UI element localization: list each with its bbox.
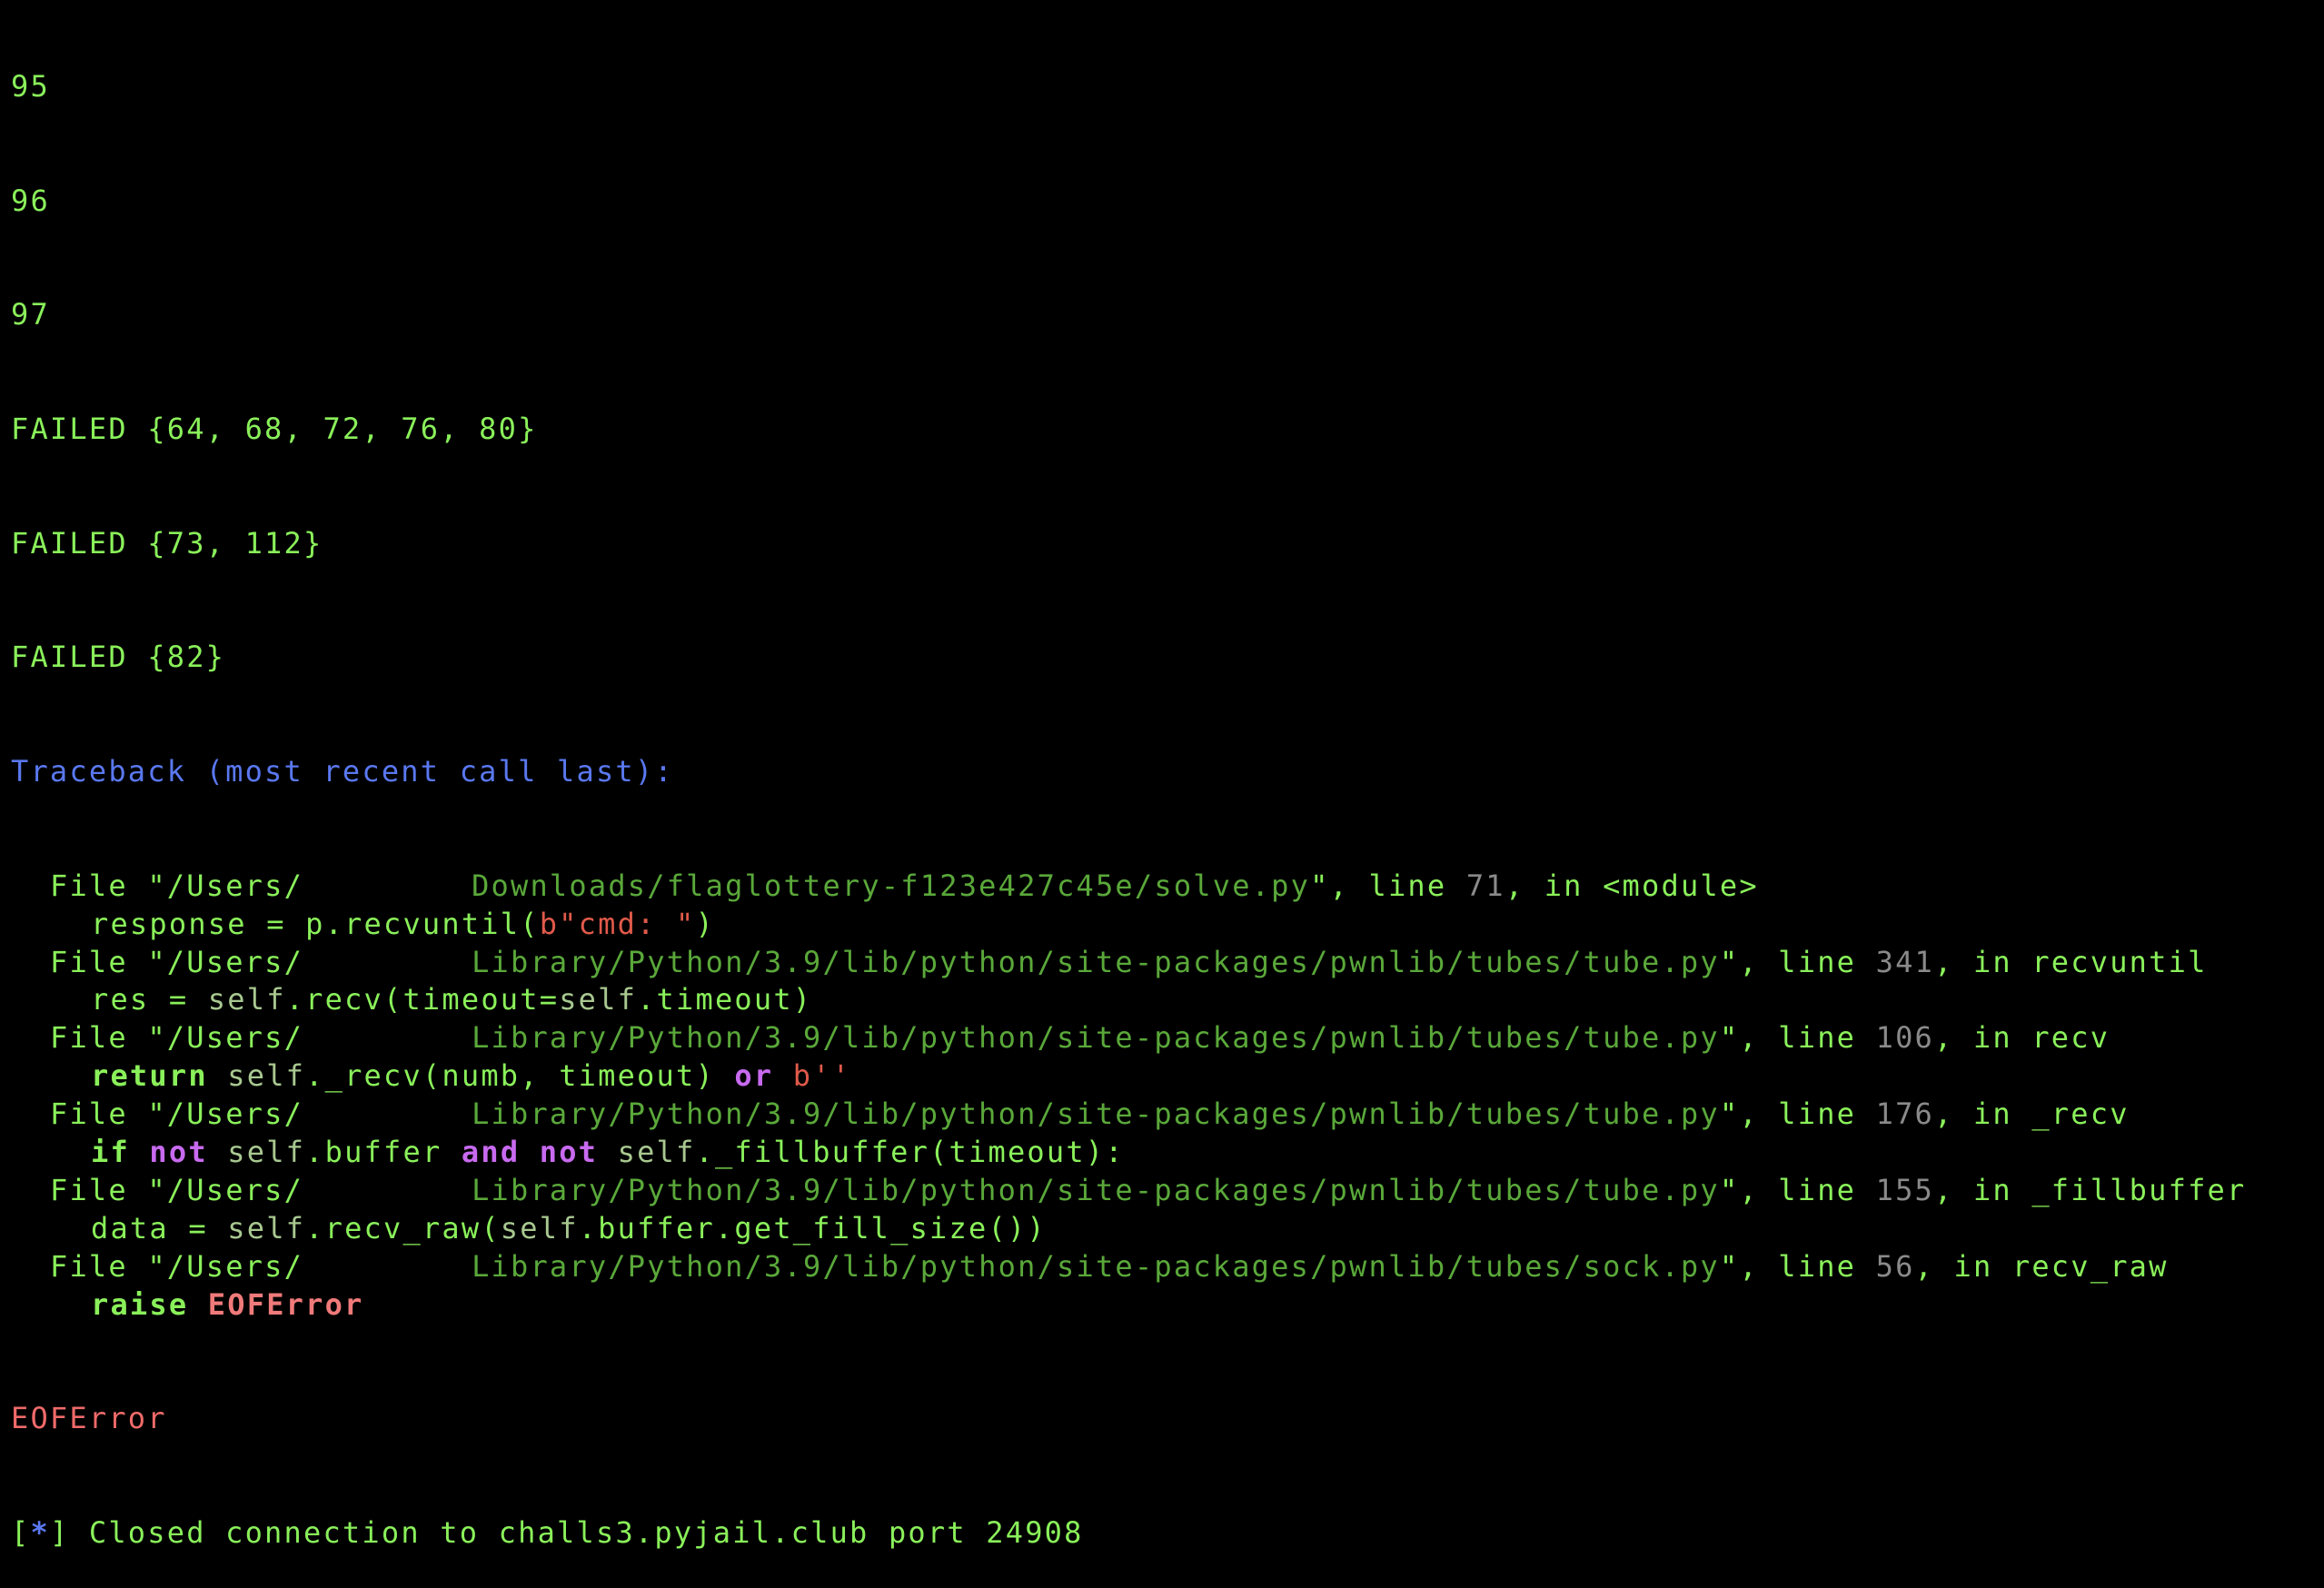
file-line-label: ", line	[1719, 1097, 1876, 1132]
file-prefix: File "/Users/	[50, 1097, 304, 1132]
traceback-file-line: File "/Users/Library/Python/3.9/lib/pyth…	[11, 1096, 2324, 1134]
in-label: , in	[1505, 868, 1604, 903]
code-token: .timeout)	[637, 982, 813, 1017]
traceback-code-line: data = self.recv_raw(self.buffer.get_fil…	[11, 1210, 2324, 1248]
traceback-frames: File "/Users/Downloads/flaglottery-f123e…	[11, 868, 2324, 1325]
traceback-header: Traceback (most recent call last):	[11, 754, 674, 789]
file-line-label: ", line	[1719, 944, 1876, 979]
code-token: and not	[461, 1134, 618, 1169]
file-prefix: File "/Users/	[50, 868, 304, 903]
file-path: Downloads/flaglottery-f123e427c45e/solve…	[472, 868, 1311, 903]
code-token: )	[695, 906, 715, 941]
code-token: res =	[91, 982, 208, 1017]
code-token: b"cmd: "	[539, 906, 696, 941]
terminal-output[interactable]: 95 96 97 FAILED {64, 68, 72, 76, 80} FAI…	[0, 0, 2324, 1550]
traceback-code-line: return self._recv(numb, timeout) or b''	[11, 1057, 2324, 1096]
traceback-code-line: response = p.recvuntil(b"cmd: ")	[11, 906, 2324, 944]
code-token: self	[227, 1210, 306, 1246]
function-name: recvuntil	[2031, 944, 2208, 979]
traceback-file-line: File "/Users/Library/Python/3.9/lib/pyth…	[11, 944, 2324, 982]
code-token: or	[734, 1058, 793, 1094]
code-token: .recv_raw(	[305, 1210, 501, 1246]
code-token: self	[227, 1058, 306, 1094]
file-line-label: ", line	[1310, 868, 1466, 903]
function-name: <module>	[1603, 868, 1759, 903]
in-label: , in	[1934, 1097, 2032, 1132]
output-line-96: 96	[11, 183, 50, 218]
line-number: 106	[1875, 1020, 1935, 1056]
function-name: _recv	[2031, 1097, 2130, 1132]
in-label: , in	[1914, 1248, 2012, 1284]
traceback-file-line: File "/Users/Library/Python/3.9/lib/pyth…	[11, 1172, 2324, 1210]
file-path: Library/Python/3.9/lib/python/site-packa…	[472, 1020, 1720, 1056]
code-token: if	[91, 1134, 150, 1169]
file-line-label: ", line	[1719, 1248, 1876, 1284]
line-number: 341	[1875, 944, 1935, 979]
line-number: 176	[1875, 1097, 1935, 1132]
closed-connection-message: Closed connection to challs3.pyjail.club…	[69, 1514, 1084, 1550]
code-token: return	[91, 1058, 228, 1094]
file-line-label: ", line	[1719, 1172, 1876, 1207]
failed-line-3: FAILED {82}	[11, 640, 226, 675]
output-line-95: 95	[11, 68, 50, 104]
file-prefix: File "/Users/	[50, 944, 304, 979]
traceback-file-line: File "/Users/Downloads/flaglottery-f123e…	[11, 868, 2324, 906]
exception-line: EOFError	[11, 1401, 167, 1436]
bracket-close: ]	[49, 1514, 70, 1550]
output-line-97: 97	[11, 297, 50, 332]
code-token: response = p.recvuntil(	[91, 906, 540, 941]
in-label: , in	[1934, 1020, 2032, 1056]
file-path: Library/Python/3.9/lib/python/site-packa…	[472, 1172, 1720, 1207]
traceback-file-line: File "/Users/Library/Python/3.9/lib/pyth…	[11, 1248, 2324, 1286]
file-path: Library/Python/3.9/lib/python/site-packa…	[472, 944, 1720, 979]
code-token: self	[617, 1134, 696, 1169]
code-token: data =	[91, 1210, 228, 1246]
code-token: ._fillbuffer(timeout):	[695, 1134, 1125, 1169]
file-path: Library/Python/3.9/lib/python/site-packa…	[472, 1097, 1720, 1132]
code-token: self	[500, 1210, 579, 1246]
line-number: 56	[1875, 1248, 1915, 1284]
function-name: recv	[2031, 1020, 2110, 1056]
star-icon: *	[30, 1514, 50, 1550]
code-token: b''	[792, 1058, 852, 1094]
function-name: recv_raw	[2011, 1248, 2169, 1284]
line-number: 71	[1465, 868, 1505, 903]
code-token: self	[207, 982, 286, 1017]
traceback-file-line: File "/Users/Library/Python/3.9/lib/pyth…	[11, 1019, 2324, 1057]
line-number: 155	[1875, 1172, 1935, 1207]
traceback-code-line: if not self.buffer and not self._fillbuf…	[11, 1134, 2324, 1172]
failed-line-1: FAILED {64, 68, 72, 76, 80}	[11, 411, 538, 446]
file-prefix: File "/Users/	[50, 1248, 304, 1284]
code-token: not	[149, 1134, 228, 1169]
code-token: .buffer	[305, 1134, 462, 1169]
file-path: Library/Python/3.9/lib/python/site-packa…	[472, 1248, 1720, 1284]
file-prefix: File "/Users/	[50, 1020, 304, 1056]
code-token: ._recv(numb, timeout)	[305, 1058, 735, 1094]
closed-connection-line: [*] Closed connection to challs3.pyjail.…	[11, 1514, 2324, 1553]
file-prefix: File "/Users/	[50, 1172, 304, 1207]
code-token: self	[559, 982, 638, 1017]
bracket-open: [	[11, 1514, 31, 1550]
code-token: EOFError	[207, 1286, 364, 1322]
traceback-code-line: raise EOFError	[11, 1286, 2324, 1325]
code-token: self	[227, 1134, 306, 1169]
in-label: , in	[1934, 1172, 2032, 1207]
failed-line-2: FAILED {73, 112}	[11, 525, 323, 561]
in-label: , in	[1934, 944, 2032, 979]
function-name: _fillbuffer	[2031, 1172, 2247, 1207]
code-token: .buffer.get_fill_size())	[578, 1210, 1047, 1246]
code-token: raise	[91, 1286, 208, 1322]
code-token: .recv(timeout=	[285, 982, 560, 1017]
file-line-label: ", line	[1719, 1020, 1876, 1056]
traceback-code-line: res = self.recv(timeout=self.timeout)	[11, 981, 2324, 1019]
